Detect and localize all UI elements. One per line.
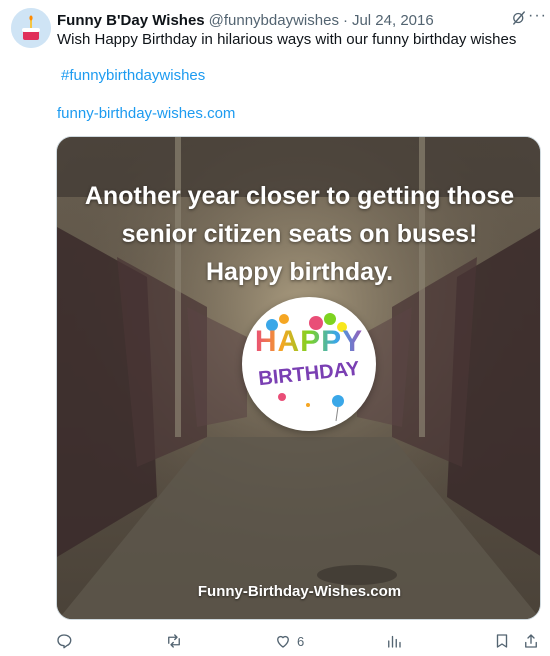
quote-line-2: senior citizen seats on buses!: [121, 220, 478, 248]
retweet-icon: [168, 634, 180, 648]
more-icon[interactable]: ···: [528, 7, 547, 25]
like-count: 6: [297, 633, 305, 649]
reply-button[interactable]: [55, 630, 78, 652]
views-button[interactable]: [385, 630, 408, 652]
like-button[interactable]: 6: [274, 630, 304, 652]
cake-avatar-icon: [11, 8, 51, 48]
bookmark-icon: [496, 634, 508, 648]
bookmark-button[interactable]: [493, 630, 511, 652]
tweet-text: Wish Happy Birthday in hilarious ways wi…: [57, 31, 517, 48]
hashtag-link[interactable]: #funnybirthdaywishes: [61, 67, 205, 84]
avatar[interactable]: [11, 8, 51, 48]
tweet-date[interactable]: Jul 24, 2016: [352, 12, 434, 29]
user-handle[interactable]: @funnybdaywishes: [209, 12, 339, 29]
share-icon: [525, 634, 537, 648]
heart-icon: [277, 635, 289, 648]
grok-icon[interactable]: [510, 9, 528, 27]
views-icon: [388, 635, 401, 648]
image-quote: Another year closer to getting those sen…: [57, 177, 540, 291]
quote-line-1: Another year closer to getting those: [84, 182, 515, 210]
share-button[interactable]: [522, 630, 540, 652]
display-name[interactable]: Funny B'Day Wishes: [57, 12, 205, 29]
reply-icon: [57, 634, 72, 649]
badge-happy-text: HAPPY: [254, 325, 364, 358]
retweet-button[interactable]: [165, 630, 188, 652]
tweet-header: Funny B'Day Wishes @funnybdaywishes · Ju…: [57, 9, 536, 31]
quote-line-3: Happy birthday.: [205, 258, 394, 286]
action-bar: 6: [0, 630, 550, 652]
website-link[interactable]: funny-birthday-wishes.com: [57, 105, 235, 122]
separator: ·: [342, 11, 348, 29]
site-watermark: Funny-Birthday-Wishes.com: [197, 583, 402, 600]
happy-birthday-badge: HAPPY BIRTHDAY: [242, 297, 376, 431]
tweet-image[interactable]: Another year closer to getting those sen…: [56, 136, 541, 620]
